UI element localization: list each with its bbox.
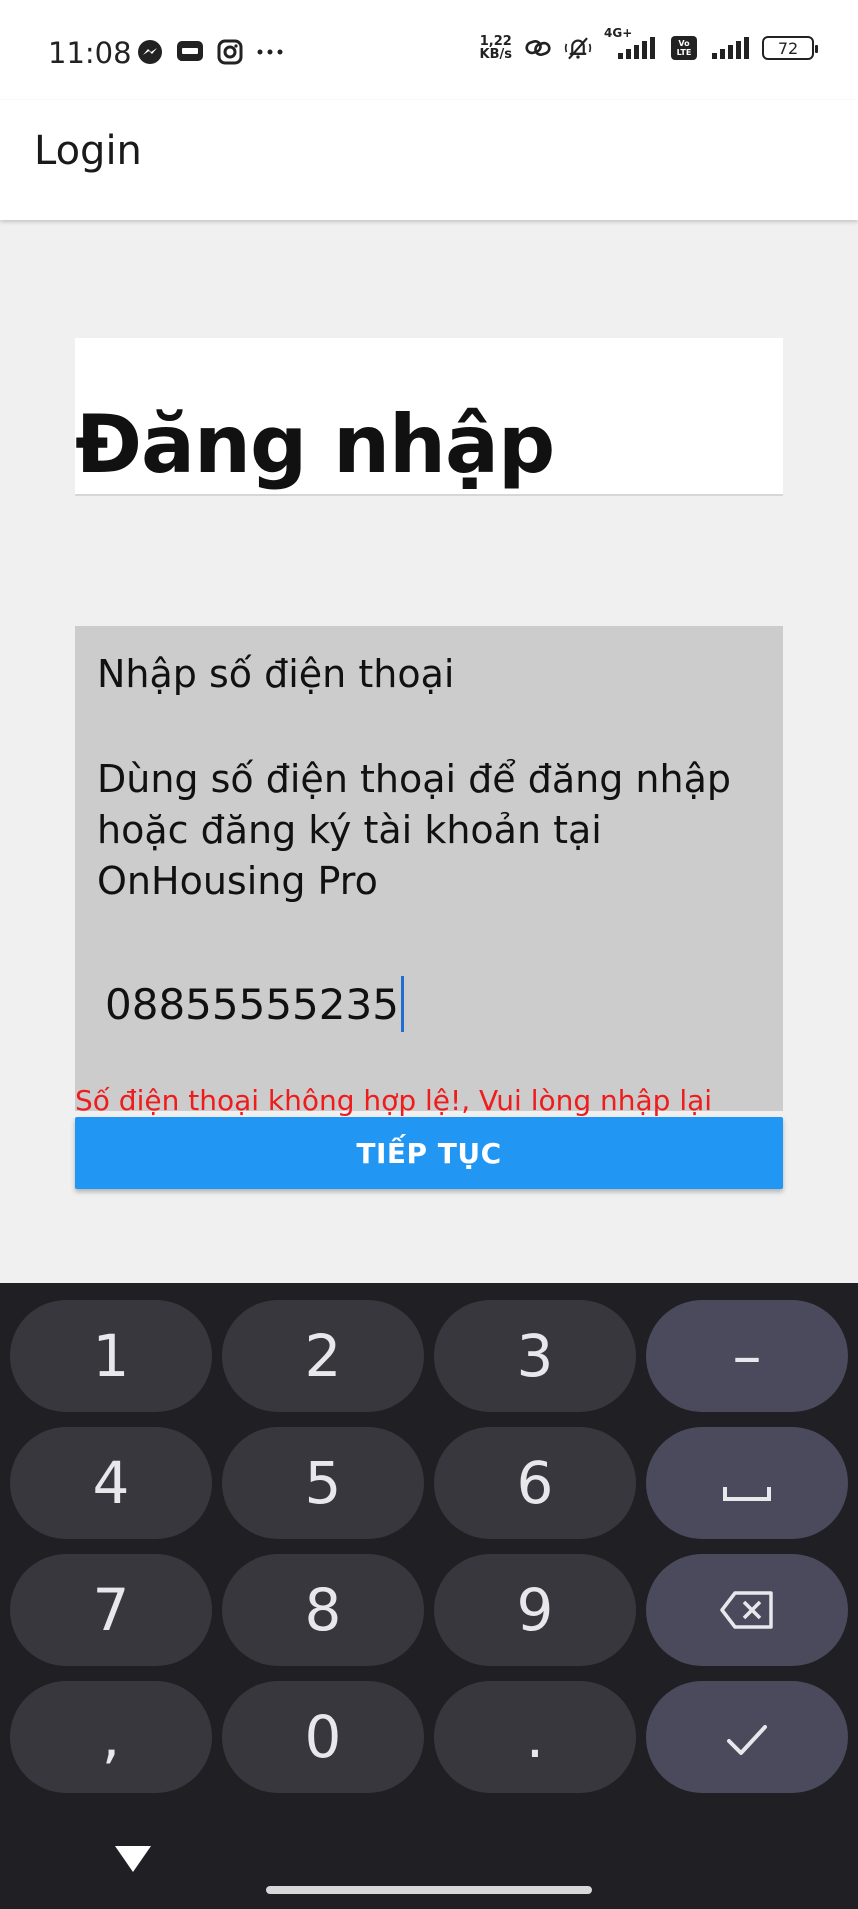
notification-icons	[136, 38, 284, 66]
key-comma[interactable]: ,	[10, 1681, 212, 1793]
numeric-keyboard: 1 2 3 – 4 5 6 7 8 9 , 0 .	[0, 1283, 858, 1909]
key-label: 1	[92, 1322, 130, 1390]
home-indicator[interactable]	[266, 1886, 592, 1894]
key-backspace[interactable]	[646, 1554, 848, 1666]
app-bar-title: Login	[34, 128, 142, 174]
phone-number-value: 08855555235	[105, 979, 399, 1029]
status-bar: 11:08 1,22 KB/s 4G+ Vo LTE 72	[0, 0, 858, 100]
phone-number-input[interactable]: 08855555235	[105, 976, 404, 1032]
key-label: .	[525, 1703, 545, 1771]
space-icon	[722, 1449, 772, 1517]
volte-label: Vo LTE	[671, 36, 697, 60]
status-time: 11:08	[48, 36, 132, 70]
form-description: Dùng số điện thoại để đăng nhập hoặc đăn…	[97, 757, 731, 903]
login-content: Đăng nhập Nhập số điện thoại Dùng số điệ…	[0, 220, 858, 1283]
page-heading: Đăng nhập	[75, 398, 555, 491]
form-title: Nhập số điện thoại	[97, 652, 455, 696]
key-minus[interactable]: –	[646, 1300, 848, 1412]
check-icon	[725, 1703, 769, 1771]
key-label: ,	[101, 1703, 121, 1771]
backspace-icon	[719, 1576, 775, 1644]
messenger-icon	[136, 38, 164, 66]
key-label: 2	[304, 1322, 342, 1390]
key-period[interactable]: .	[434, 1681, 636, 1793]
phone-form-card: Nhập số điện thoại Dùng số điện thoại để…	[75, 626, 783, 1117]
key-0[interactable]: 0	[222, 1681, 424, 1793]
key-space[interactable]	[646, 1427, 848, 1539]
key-label: 6	[516, 1449, 554, 1517]
key-label: 7	[92, 1576, 130, 1644]
more-icon	[256, 38, 284, 66]
app-bar: Login	[0, 100, 858, 220]
zalo-icon	[176, 38, 204, 66]
signal-icon	[710, 34, 750, 62]
key-label: –	[732, 1322, 762, 1390]
signal-4g-icon: 4G+	[604, 26, 658, 62]
key-2[interactable]: 2	[222, 1300, 424, 1412]
key-done[interactable]	[646, 1681, 848, 1793]
key-label: 4	[92, 1449, 130, 1517]
network-type-label: 4G+	[604, 26, 633, 40]
error-message: Số điện thoại không hợp lệ!, Vui lòng nh…	[75, 1084, 713, 1117]
instagram-icon	[216, 38, 244, 66]
key-5[interactable]: 5	[222, 1427, 424, 1539]
key-6[interactable]: 6	[434, 1427, 636, 1539]
key-3[interactable]: 3	[434, 1300, 636, 1412]
heading-box: Đăng nhập	[75, 338, 783, 496]
key-1[interactable]: 1	[10, 1300, 212, 1412]
hide-keyboard-icon[interactable]	[113, 1844, 153, 1874]
battery-level: 72	[777, 38, 799, 58]
network-speed-unit: KB/s	[479, 47, 512, 62]
network-speed: 1,22 KB/s	[480, 35, 512, 61]
battery-indicator: 72	[762, 36, 818, 60]
key-label: 8	[304, 1576, 342, 1644]
key-label: 5	[304, 1449, 342, 1517]
key-7[interactable]: 7	[10, 1554, 212, 1666]
mute-bell-icon	[564, 34, 592, 62]
key-label: 3	[516, 1322, 554, 1390]
status-right-icons: 1,22 KB/s 4G+ Vo LTE 72	[480, 26, 818, 62]
volte-icon: Vo LTE	[670, 34, 698, 62]
key-8[interactable]: 8	[222, 1554, 424, 1666]
key-label: 9	[516, 1576, 554, 1644]
link-icon	[524, 34, 552, 62]
continue-button[interactable]: TIẾP TỤC	[75, 1117, 783, 1189]
key-label: 0	[304, 1703, 342, 1771]
key-4[interactable]: 4	[10, 1427, 212, 1539]
text-cursor	[400, 976, 404, 1032]
key-9[interactable]: 9	[434, 1554, 636, 1666]
